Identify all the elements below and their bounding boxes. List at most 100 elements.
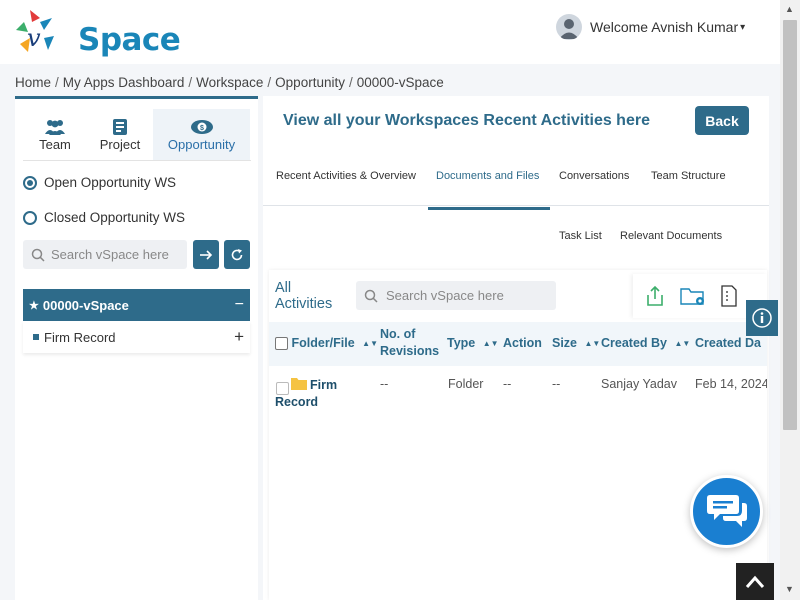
radio-label: Open Opportunity WS [44, 175, 177, 190]
tab-team[interactable]: Team [23, 109, 87, 160]
row-size: -- [552, 377, 561, 391]
row-name[interactable]: Firm [310, 378, 337, 392]
refresh-icon [231, 248, 243, 260]
column-size[interactable]: Size ▲▼ [552, 335, 600, 352]
workspace-sidebar: Team Project $ Opportunity Open Opportun… [15, 96, 258, 600]
breadcrumb-current: 00000-vSpace [356, 75, 444, 90]
select-all-checkbox[interactable] [275, 337, 288, 351]
export-button[interactable] [645, 284, 665, 308]
heading-line: Activities [275, 296, 333, 312]
chevron-down-icon[interactable]: ▾ [740, 22, 745, 33]
tree-item-firm-record[interactable]: Firm Record + [23, 321, 250, 353]
project-icon [112, 117, 128, 137]
tree-item-label: Firm Record [44, 329, 116, 345]
search-icon [364, 289, 378, 303]
star-icon: ★ [29, 299, 39, 312]
column-label: Created By [601, 336, 667, 350]
column-created-date[interactable]: Created Da [695, 335, 761, 352]
heading-line: All [275, 280, 292, 296]
sidebar-search-input[interactable] [51, 247, 181, 262]
row-type: Folder [448, 377, 484, 391]
radio-closed-opportunity[interactable]: Closed Opportunity WS [23, 210, 185, 225]
chat-icon [706, 494, 747, 527]
back-button[interactable]: Back [695, 106, 749, 135]
tab-recent-activities[interactable]: Recent Activities & Overview [276, 170, 416, 182]
page-title: View all your Workspaces Recent Activiti… [283, 112, 650, 129]
row-action: -- [503, 377, 512, 391]
column-revisions[interactable]: No. of Revisions [380, 326, 439, 360]
breadcrumb-separator: / [188, 75, 193, 90]
welcome-text: Welcome Avnish Kumar [590, 19, 739, 35]
breadcrumb-opportunity[interactable]: Opportunity [275, 75, 345, 90]
upload-icon [647, 285, 663, 306]
manage-folder-button[interactable] [679, 284, 707, 308]
column-label: No. of [380, 327, 416, 341]
column-folder-file[interactable]: Folder/File ▲▼ [275, 335, 378, 352]
tab-conversations[interactable]: Conversations [559, 170, 629, 182]
logo-text: Space [78, 22, 181, 58]
row-created-date: Feb 14, 2024 [695, 377, 767, 391]
scroll-down-icon[interactable]: ▼ [785, 584, 794, 594]
column-type[interactable]: Type ▲▼ [447, 335, 499, 352]
folder-settings-icon [680, 288, 704, 305]
expand-icon[interactable]: + [234, 327, 244, 347]
tab-opportunity[interactable]: $ Opportunity [153, 109, 250, 160]
column-label: Folder/File [291, 336, 355, 350]
collapse-icon[interactable]: − [235, 296, 244, 314]
svg-text:$: $ [200, 125, 204, 132]
row-checkbox[interactable] [276, 382, 289, 395]
vspace-logo[interactable]: v Space [10, 8, 181, 60]
user-icon [559, 19, 579, 39]
logo-mark-icon: v [16, 10, 54, 52]
search-icon [31, 248, 45, 262]
active-tab-indicator [428, 207, 550, 210]
svg-text:v: v [27, 24, 41, 52]
app-header: v Space Welcome Avnish Kumar ▾ [0, 0, 780, 64]
column-action[interactable]: Action [503, 335, 542, 352]
document-button[interactable] [721, 284, 737, 308]
tree-workspace-label: 00000-vSpace [42, 297, 129, 313]
tab-project[interactable]: Project [87, 109, 153, 160]
page-scrollbar[interactable]: ▲ ▼ [780, 0, 800, 600]
subtab-task-list[interactable]: Task List [559, 230, 602, 242]
row-name[interactable]: Record [275, 395, 318, 409]
scrollbar-thumb[interactable] [783, 20, 797, 430]
documents-search [356, 281, 556, 310]
subtab-relevant-documents[interactable]: Relevant Documents [620, 230, 722, 242]
arrow-right-icon [200, 249, 213, 260]
sort-icon[interactable]: ▲▼ [483, 339, 499, 348]
radio-open-opportunity[interactable]: Open Opportunity WS [23, 175, 176, 190]
search-go-button[interactable] [193, 240, 219, 269]
team-icon [44, 117, 66, 137]
info-button[interactable] [746, 300, 778, 336]
breadcrumb-home[interactable]: Home [15, 75, 51, 90]
sort-icon[interactable]: ▲▼ [585, 339, 601, 348]
opportunity-icon: $ [190, 117, 214, 137]
column-created-by[interactable]: Created By ▲▼ [601, 335, 690, 352]
section-heading: All Activities [275, 280, 332, 312]
breadcrumb-workspace[interactable]: Workspace [196, 75, 263, 90]
scroll-to-top-button[interactable] [736, 563, 774, 600]
row-revisions: -- [380, 377, 389, 391]
documents-card: All Activities Search vSpace here Folder… [269, 270, 767, 600]
bullet-icon [33, 334, 39, 340]
radio-button[interactable] [23, 210, 37, 225]
info-icon [752, 308, 772, 328]
chat-button[interactable] [690, 475, 763, 548]
sort-icon[interactable]: ▲▼ [674, 339, 690, 348]
tab-documents-files[interactable]: Documents and Files [436, 170, 539, 182]
tab-team-structure[interactable]: Team Structure [651, 170, 726, 182]
breadcrumb-dashboard[interactable]: My Apps Dashboard [63, 75, 185, 90]
radio-button[interactable] [23, 175, 37, 190]
scroll-up-icon[interactable]: ▲ [785, 4, 794, 14]
user-menu[interactable]: Welcome Avnish Kumar ▾ [556, 14, 745, 40]
documents-search-input[interactable] [386, 288, 556, 303]
refresh-button[interactable] [224, 240, 250, 269]
folder-icon [291, 377, 307, 395]
sidebar-search [23, 240, 187, 269]
breadcrumb: Home / My Apps Dashboard / Workspace / O… [15, 75, 444, 90]
document-icon [721, 285, 737, 307]
sort-icon[interactable]: ▲▼ [362, 339, 378, 348]
tree-workspace-node[interactable]: ★ 00000-vSpace − [23, 289, 250, 321]
breadcrumb-separator: / [267, 75, 272, 90]
